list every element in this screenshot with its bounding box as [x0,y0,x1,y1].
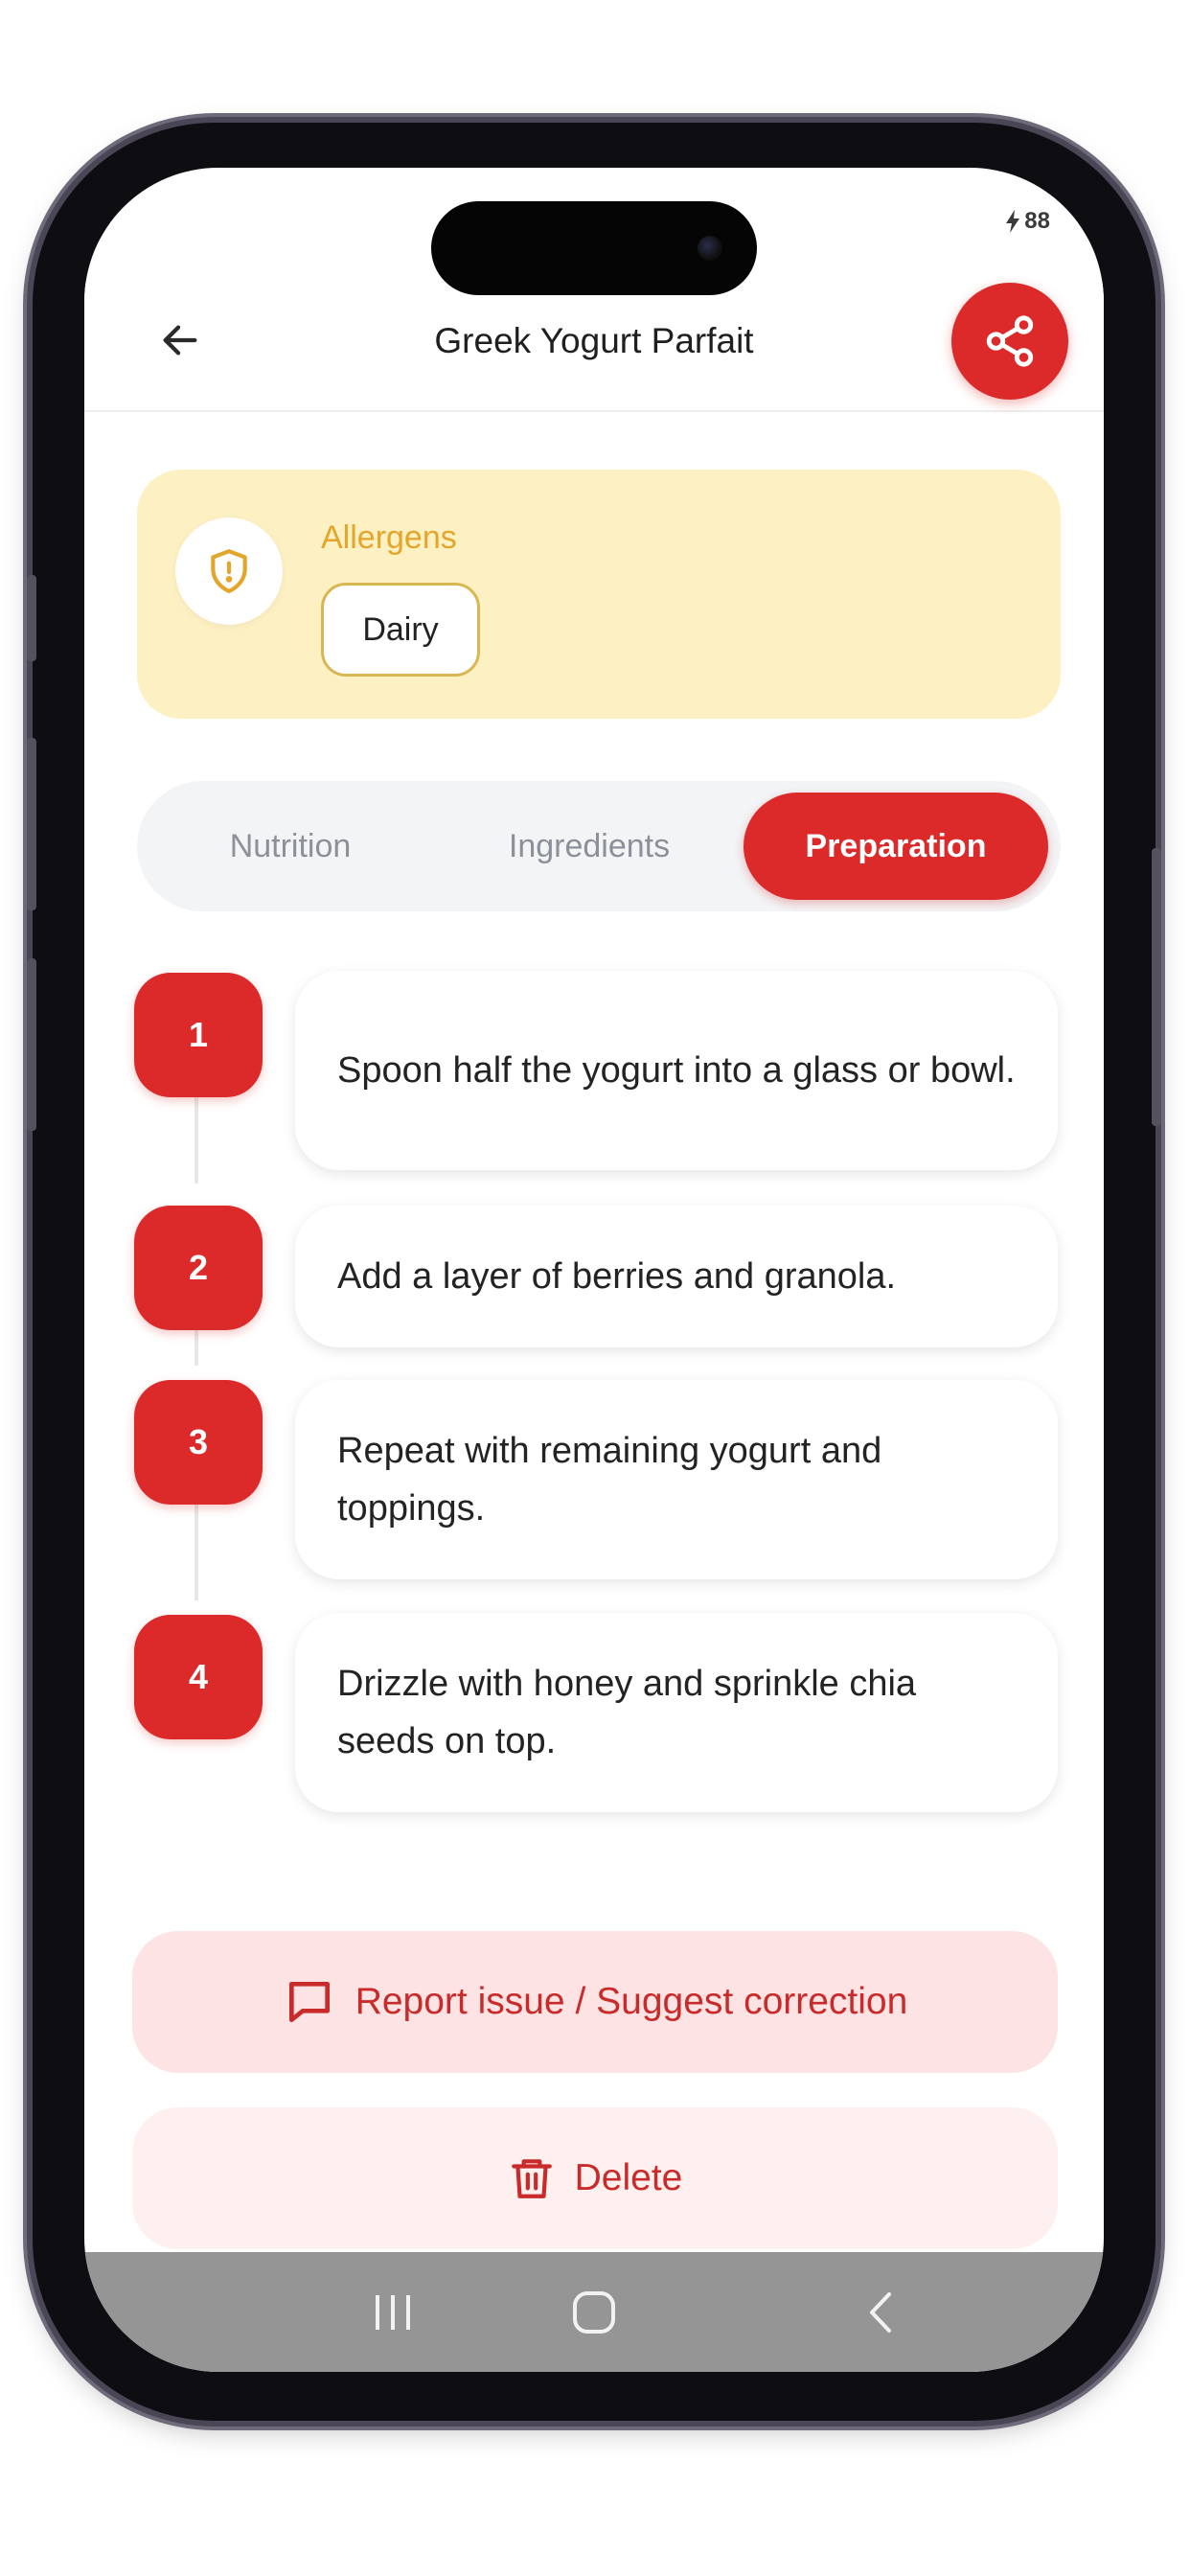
step-number: 4 [134,1615,263,1739]
step-card: Add a layer of berries and granola. [295,1206,1058,1347]
trash-icon [511,2159,552,2198]
home-icon [573,2291,615,2334]
battery-level: 88 [1024,208,1050,234]
phone-side-button [27,958,36,1131]
phone-side-button [27,575,36,661]
step-card: Repeat with remaining yogurt and topping… [295,1380,1058,1579]
delete-button[interactable]: Delete [132,2107,1058,2249]
system-nav-bar [84,2252,1104,2372]
nav-recents-button[interactable] [359,2279,426,2346]
bolt-icon [1006,210,1020,233]
tab-ingredients[interactable]: Ingredients [446,793,733,900]
phone-screen: 88 Greek Yogurt Parfait Allergens Dairy … [84,168,1104,2372]
step-card: Drizzle with honey and sprinkle chia see… [295,1613,1058,1812]
allergens-card: Allergens Dairy [137,470,1061,719]
battery-status: 88 [1005,208,1050,235]
allergens-title: Allergens [321,519,457,556]
chevron-left-icon [870,2292,891,2333]
share-icon [986,315,1034,367]
step-connector [195,1327,198,1366]
phone-side-button [1152,848,1161,1126]
step-connector [195,1097,198,1184]
step-number: 3 [134,1380,263,1505]
step-card: Spoon half the yogurt into a glass or bo… [295,971,1058,1170]
tab-bar: Nutrition Ingredients Preparation [137,781,1061,911]
tab-preparation[interactable]: Preparation [744,793,1048,900]
report-issue-button[interactable]: Report issue / Suggest correction [132,1931,1058,2073]
allergen-badge [175,518,283,625]
step-number: 2 [134,1206,263,1330]
recents-icon [376,2295,410,2330]
nav-home-button[interactable] [561,2279,628,2346]
report-issue-label: Report issue / Suggest correction [355,1981,908,2022]
tab-nutrition[interactable]: Nutrition [147,793,434,900]
phone-side-button [27,738,36,910]
shield-alert-icon [211,549,247,593]
step-number: 1 [134,973,263,1097]
step-connector [195,1505,198,1600]
camera-icon [698,236,722,261]
dynamic-island [431,201,757,295]
nav-back-button[interactable] [848,2279,915,2346]
allergen-chip-dairy: Dairy [321,583,480,677]
delete-label: Delete [574,2157,683,2198]
share-button[interactable] [951,283,1068,400]
message-square-icon [288,1982,330,2022]
